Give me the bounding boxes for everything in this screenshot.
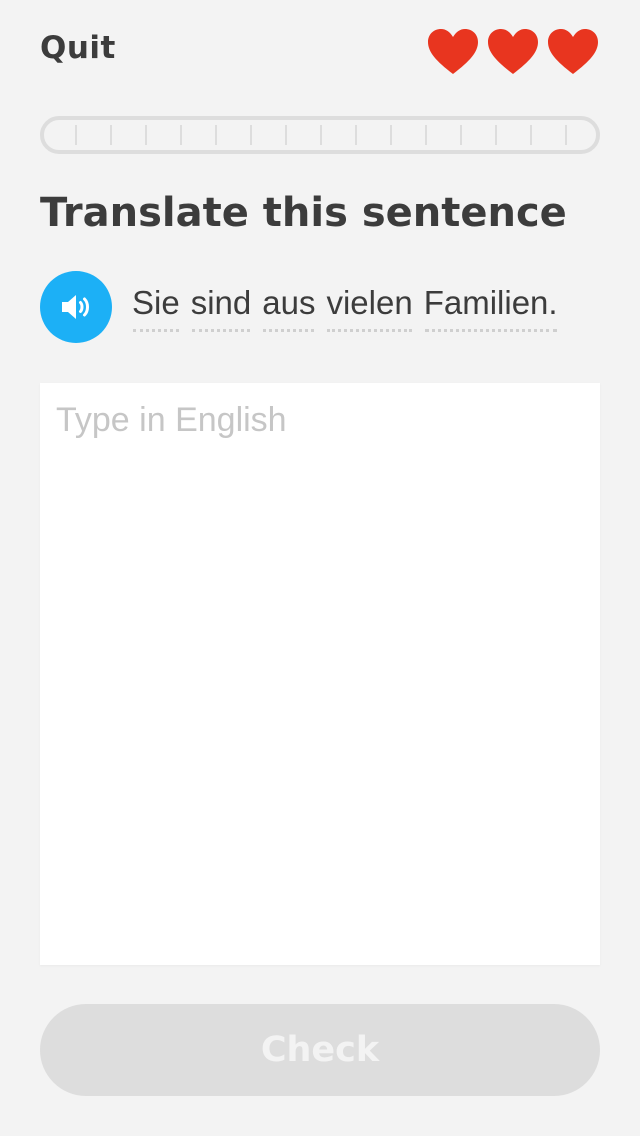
speaker-icon (62, 295, 89, 319)
quit-button[interactable]: Quit (40, 30, 116, 66)
progress-tick (495, 125, 497, 145)
check-button[interactable]: Check (40, 1004, 600, 1096)
source-sentence: Sie sind aus vielen Familien. (132, 284, 558, 336)
play-audio-button[interactable] (40, 271, 112, 343)
sentence-word[interactable]: Sie (132, 284, 180, 336)
heart-icon (548, 29, 598, 74)
progress-tick (355, 125, 357, 145)
lesson-progress-bar (40, 116, 600, 154)
progress-tick (390, 125, 392, 145)
sentence-word[interactable]: aus (262, 284, 315, 336)
heart-icon (488, 29, 538, 74)
progress-tick (565, 125, 567, 145)
translation-input[interactable] (40, 383, 600, 965)
sentence-word[interactable]: vielen (326, 284, 413, 336)
progress-tick (250, 125, 252, 145)
progress-tick (425, 125, 427, 145)
progress-tick (145, 125, 147, 145)
progress-tick (285, 125, 287, 145)
sentence-word[interactable]: sind (191, 284, 251, 336)
progress-tick (530, 125, 532, 145)
prompt-title: Translate this sentence (40, 190, 567, 236)
progress-tick (180, 125, 182, 145)
hearts (426, 28, 600, 76)
progress-tick (320, 125, 322, 145)
heart-icon (428, 29, 478, 74)
sentence-word[interactable]: Familien. (424, 284, 558, 336)
progress-tick (75, 125, 77, 145)
progress-tick (110, 125, 112, 145)
progress-tick (215, 125, 217, 145)
progress-tick (460, 125, 462, 145)
